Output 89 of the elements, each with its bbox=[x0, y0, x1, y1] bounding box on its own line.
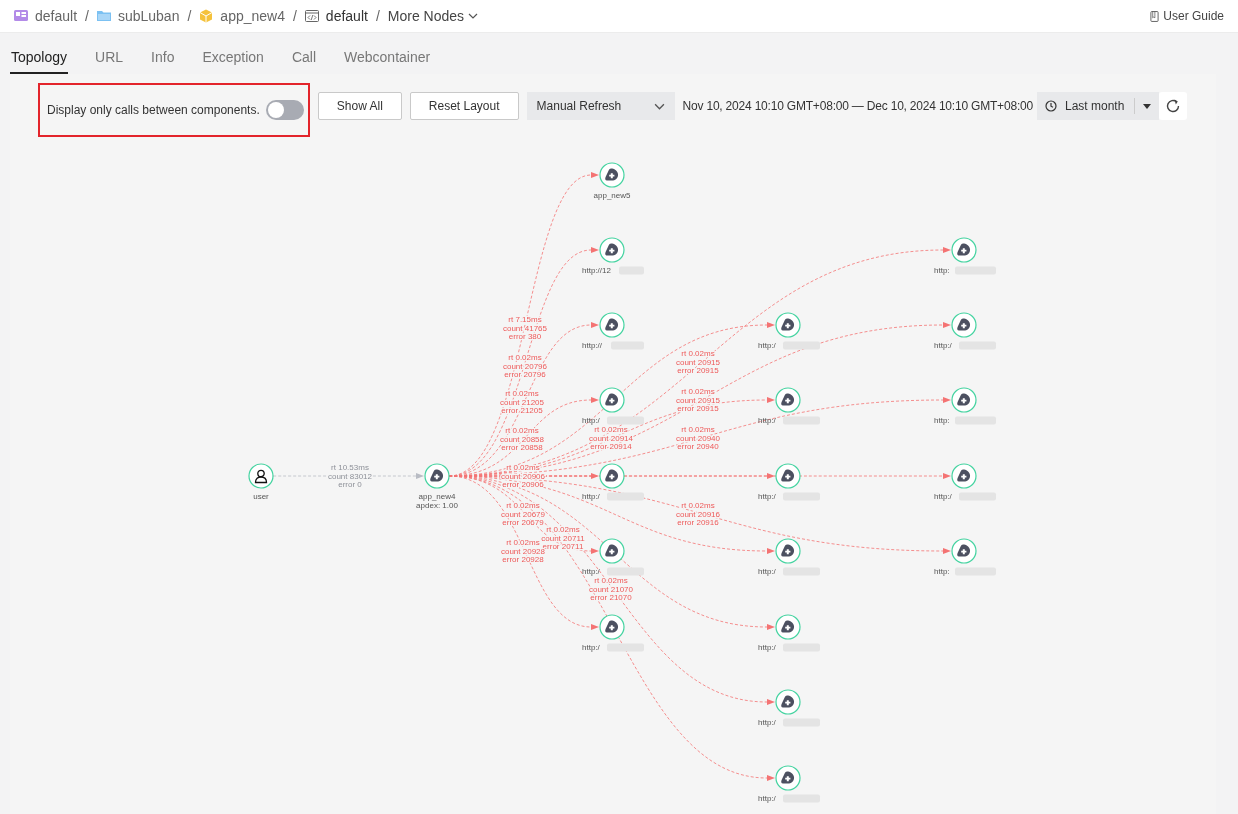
grid-icon bbox=[14, 9, 28, 23]
breadcrumb-separator: / bbox=[375, 8, 380, 24]
breadcrumb-separator: / bbox=[85, 8, 89, 24]
node-label: http:// bbox=[582, 341, 602, 350]
clock-icon bbox=[1044, 100, 1057, 112]
edge-label: rt 0.02ms count 20916 error 20916 bbox=[676, 501, 720, 527]
node-label: http: bbox=[934, 567, 950, 576]
node-label: app_new4 bbox=[418, 492, 456, 501]
user-icon bbox=[254, 469, 268, 484]
period-dropdown[interactable]: Last month bbox=[1036, 92, 1160, 120]
node-label: http:/ bbox=[934, 341, 952, 350]
service-icon bbox=[781, 544, 795, 557]
tab[interactable]: Call bbox=[290, 49, 318, 74]
code-window-icon bbox=[304, 9, 319, 23]
toolbar-button[interactable]: Reset Layout bbox=[409, 92, 519, 120]
service-icon bbox=[781, 620, 795, 633]
edge-label: rt 0.02ms count 20796 error 20796 bbox=[503, 353, 547, 379]
service-icon bbox=[781, 695, 795, 708]
service-icon bbox=[605, 544, 619, 557]
node-label: apdex: 1.00 bbox=[416, 501, 458, 510]
node-label: http:/ bbox=[758, 718, 776, 727]
edge-label: rt 0.02ms count 20914 error 20914 bbox=[589, 425, 633, 451]
node-label: http:/ bbox=[934, 492, 952, 501]
chevron-down-icon bbox=[653, 102, 665, 110]
breadcrumb-link[interactable]: default bbox=[325, 8, 368, 24]
breadcrumb-separator: / bbox=[187, 8, 192, 24]
tab[interactable]: URL bbox=[94, 49, 125, 74]
service-icon bbox=[605, 469, 619, 482]
folder-icon bbox=[96, 9, 111, 23]
more-nodes-dropdown[interactable]: More Nodes bbox=[387, 8, 479, 24]
node-label: http:/ bbox=[758, 794, 776, 803]
node-label: http:/ bbox=[758, 643, 776, 652]
edge-label: rt 7.15ms count 41765 error 380 bbox=[503, 315, 547, 341]
edge-label: rt 0.02ms count 20940 error 20940 bbox=[676, 425, 720, 451]
breadcrumb-link[interactable]: subLuban bbox=[117, 8, 180, 24]
node-label: http:/ bbox=[758, 567, 776, 576]
node-label: user bbox=[253, 492, 269, 501]
breadcrumb-link[interactable]: app_new4 bbox=[220, 8, 285, 24]
service-icon bbox=[430, 469, 444, 482]
book-icon bbox=[1150, 10, 1160, 22]
service-icon bbox=[781, 393, 795, 406]
edge-label: rt 0.02ms count 21205 error 21205 bbox=[500, 389, 544, 415]
time-range: Nov 10, 2024 10:10 GMT+08:00 — Dec 10, 2024 10:10 GMT+08:00 bbox=[682, 99, 1033, 113]
node-label: http:/ bbox=[758, 341, 776, 350]
tab[interactable]: Info bbox=[150, 49, 176, 74]
node-label: http: bbox=[934, 416, 950, 425]
service-icon bbox=[605, 620, 619, 633]
node-label: http:/ bbox=[758, 492, 776, 501]
service-icon bbox=[605, 168, 619, 181]
edge-label: rt 10.53ms count 83012 error 0 bbox=[328, 463, 372, 489]
service-icon bbox=[957, 318, 971, 331]
service-icon bbox=[957, 243, 971, 256]
service-icon bbox=[605, 243, 619, 256]
tab[interactable]: Exception bbox=[201, 49, 265, 74]
caret-down-icon bbox=[1143, 103, 1152, 109]
node-label: http:/ bbox=[582, 416, 600, 425]
refresh-icon bbox=[1165, 98, 1182, 114]
node-label: http://12 bbox=[582, 266, 611, 275]
service-icon bbox=[781, 318, 795, 331]
toggle-label: Display only calls between components. bbox=[47, 103, 260, 117]
tab[interactable]: Webcontainer bbox=[343, 49, 432, 74]
breadcrumb-separator: / bbox=[292, 8, 297, 24]
breadcrumb-link[interactable]: default bbox=[35, 8, 78, 24]
refresh-button[interactable] bbox=[1159, 92, 1188, 120]
edge-label: rt 0.02ms count 20679 error 20679 bbox=[501, 501, 545, 527]
node-circle[interactable] bbox=[248, 463, 274, 489]
node-label: app_new5 bbox=[593, 191, 631, 200]
edge-label: rt 0.02ms count 20858 error 20858 bbox=[500, 426, 544, 452]
service-icon bbox=[605, 318, 619, 331]
node-label: http:/ bbox=[582, 492, 600, 501]
node-label: http: bbox=[934, 266, 950, 275]
edge-label: rt 0.02ms count 21070 error 21070 bbox=[589, 576, 633, 602]
node-label: http:/ bbox=[758, 416, 776, 425]
refresh-mode-dropdown[interactable]: Manual Refresh bbox=[526, 92, 675, 120]
edge-label: rt 0.02ms count 20915 error 20915 bbox=[676, 349, 720, 375]
edge-label: rt 0.02ms count 20915 error 20915 bbox=[676, 387, 720, 413]
user-guide-link[interactable]: User Guide bbox=[1150, 9, 1224, 23]
service-icon bbox=[957, 544, 971, 557]
chevron-down-icon bbox=[468, 13, 479, 19]
service-icon bbox=[957, 393, 971, 406]
cube-icon bbox=[199, 9, 214, 23]
service-icon bbox=[781, 469, 795, 482]
node-label: http:/ bbox=[582, 643, 600, 652]
node-label: http:/ bbox=[582, 567, 600, 576]
service-icon bbox=[605, 393, 619, 406]
toolbar-button[interactable]: Show All bbox=[317, 92, 402, 120]
toggle-switch[interactable] bbox=[265, 100, 304, 120]
service-icon bbox=[781, 771, 795, 784]
service-icon bbox=[957, 469, 971, 482]
